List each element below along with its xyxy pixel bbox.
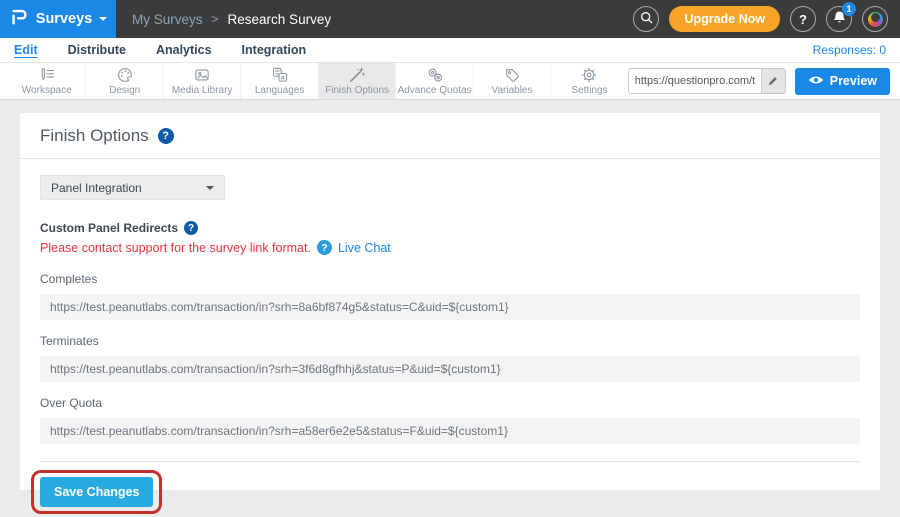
finish-options-panel: Finish Options ? Panel Integration Custo…	[20, 113, 880, 490]
topbar-actions: Upgrade Now ? 1	[633, 6, 900, 32]
help-button[interactable]: ?	[790, 6, 816, 32]
finish-options-icon	[348, 66, 366, 84]
breadcrumb-separator: >	[212, 12, 219, 26]
toolbar-item-label: Settings	[571, 85, 607, 96]
media-library-icon	[193, 66, 211, 84]
app-window: Surveys My Surveys > Research Survey Upg…	[0, 0, 900, 517]
toolbar-item-variables[interactable]: Variables	[473, 63, 550, 99]
custom-panel-redirects-row: Custom Panel Redirects ?	[40, 221, 860, 235]
main-content: Finish Options ? Panel Integration Custo…	[0, 100, 900, 517]
terminates-field: Terminates	[40, 334, 860, 382]
survey-subnav: Edit Distribute Analytics Integration Re…	[0, 38, 900, 63]
design-icon	[116, 66, 134, 84]
page-title: Finish Options	[40, 126, 149, 146]
top-bar: Surveys My Surveys > Research Survey Upg…	[0, 0, 900, 38]
toolbar-right: Preview	[628, 63, 900, 99]
toolbar-item-label: Finish Options	[325, 85, 389, 96]
avatar	[868, 12, 883, 27]
dropdown-selected-value: Panel Integration	[51, 181, 142, 195]
field-label-terminates: Terminates	[40, 334, 860, 348]
eye-icon	[808, 74, 824, 89]
field-label-completes: Completes	[40, 272, 860, 286]
survey-url-input[interactable]	[629, 75, 761, 87]
toolbar-item-label: Workspace	[22, 85, 72, 96]
tab-edit[interactable]: Edit	[14, 43, 38, 57]
help-icon: ?	[799, 12, 807, 27]
section-help-icon[interactable]: ?	[184, 221, 198, 235]
chevron-down-icon	[206, 186, 214, 194]
finish-options-help-icon[interactable]: ?	[158, 128, 174, 144]
breadcrumb-my-surveys[interactable]: My Surveys	[132, 12, 203, 27]
terminates-url-input[interactable]	[40, 356, 860, 382]
upgrade-now-button[interactable]: Upgrade Now	[669, 6, 780, 32]
save-changes-button[interactable]: Save Changes	[40, 477, 153, 507]
live-chat-link[interactable]: Live Chat	[338, 241, 391, 255]
tab-analytics[interactable]: Analytics	[156, 43, 212, 57]
breadcrumb: My Surveys > Research Survey	[132, 12, 331, 27]
toolbar-item-label: Media Library	[172, 85, 233, 96]
live-chat-icon[interactable]: ?	[317, 240, 332, 255]
toolbar-item-label: Languages	[255, 85, 305, 96]
over-quota-url-input[interactable]	[40, 418, 860, 444]
tab-integration[interactable]: Integration	[242, 43, 307, 57]
search-button[interactable]	[633, 6, 659, 32]
footer-divider	[40, 461, 860, 462]
save-annotation-highlight: Save Changes	[31, 470, 162, 514]
survey-url-box	[628, 68, 786, 94]
panel-header: Finish Options ?	[20, 113, 880, 159]
toolbar-item-media-library[interactable]: Media Library	[163, 63, 240, 99]
completes-field: Completes	[40, 272, 860, 320]
tab-distribute[interactable]: Distribute	[68, 43, 126, 57]
workspace-icon	[38, 66, 56, 84]
toolbar-item-label: Design	[109, 85, 140, 96]
section-label: Custom Panel Redirects	[40, 221, 178, 235]
chevron-down-icon	[99, 17, 107, 25]
product-switcher[interactable]: Surveys	[0, 0, 116, 38]
questionpro-logo-icon	[9, 7, 29, 31]
completes-url-input[interactable]	[40, 294, 860, 320]
toolbar-item-workspace[interactable]: Workspace	[8, 63, 85, 99]
responses-count[interactable]: Responses: 0	[813, 43, 886, 57]
edit-toolbar: Workspace Design	[0, 63, 900, 100]
over-quota-field: Over Quota	[40, 396, 860, 444]
languages-icon: A	[271, 66, 289, 84]
panel-type-dropdown[interactable]: Panel Integration	[40, 175, 225, 200]
search-icon	[639, 10, 654, 28]
preview-button[interactable]: Preview	[795, 68, 890, 95]
variables-icon	[503, 66, 521, 84]
svg-text:A: A	[280, 75, 285, 81]
notifications-button[interactable]: 1	[826, 6, 852, 32]
toolbar-item-settings[interactable]: Settings	[550, 63, 627, 99]
product-label: Surveys	[36, 11, 92, 27]
field-label-over-quota: Over Quota	[40, 396, 860, 410]
panel-body: Panel Integration Custom Panel Redirects…	[20, 159, 880, 514]
notification-badge: 1	[842, 2, 856, 16]
support-note-row: Please contact support for the survey li…	[40, 240, 860, 255]
preview-label: Preview	[830, 74, 877, 88]
advance-quotas-icon	[426, 66, 444, 84]
toolbar-item-languages[interactable]: A Languages	[240, 63, 317, 99]
toolbar-item-label: Advance Quotas	[398, 85, 472, 96]
settings-icon	[580, 66, 598, 84]
pencil-icon	[767, 75, 779, 87]
support-note-text: Please contact support for the survey li…	[40, 241, 311, 255]
toolbar-item-design[interactable]: Design	[85, 63, 162, 99]
toolbar-item-advance-quotas[interactable]: Advance Quotas	[395, 63, 472, 99]
account-menu-button[interactable]	[862, 6, 888, 32]
toolbar-item-finish-options[interactable]: Finish Options	[318, 63, 395, 99]
edit-url-button[interactable]	[761, 69, 785, 93]
toolbar-item-label: Variables	[492, 85, 533, 96]
breadcrumb-current-survey: Research Survey	[228, 12, 332, 27]
